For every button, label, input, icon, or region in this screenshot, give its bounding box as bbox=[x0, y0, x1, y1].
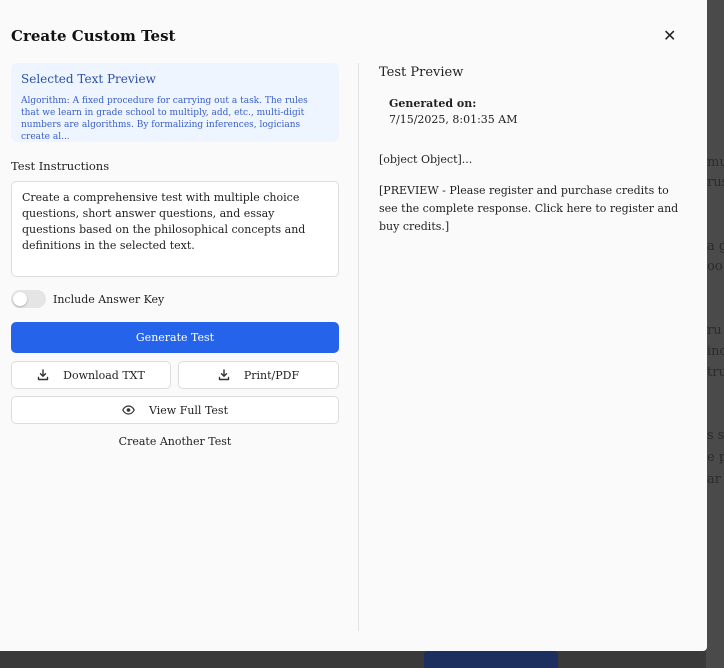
download-icon bbox=[37, 369, 49, 381]
test-preview-panel: Test Preview Generated on: 7/15/2025, 8:… bbox=[379, 63, 689, 236]
test-content: [object Object]... bbox=[379, 153, 473, 166]
background-text: oo bbox=[707, 259, 723, 274]
background-text: s s bbox=[707, 428, 724, 443]
view-full-label: View Full Test bbox=[149, 403, 228, 417]
answer-key-label: Include Answer Key bbox=[53, 292, 165, 306]
create-test-modal: Create Custom Test ✕ Selected Text Previ… bbox=[0, 0, 707, 651]
register-notice[interactable]: [PREVIEW - Please register and purchase … bbox=[379, 182, 689, 236]
print-label: Print/PDF bbox=[243, 368, 300, 382]
instructions-field[interactable]: Create a comprehensive test with multipl… bbox=[11, 181, 339, 277]
view-full-test-button[interactable]: View Full Test bbox=[11, 396, 339, 424]
download-label: Download TXT bbox=[63, 368, 145, 382]
background-button bbox=[424, 651, 558, 668]
preview-text: Algorithm: A fixed procedure for carryin… bbox=[21, 96, 308, 142]
background-text: e p bbox=[707, 450, 724, 465]
answer-key-row: Include Answer Key bbox=[11, 290, 164, 308]
modal-title: Create Custom Test bbox=[11, 27, 176, 45]
left-panel: Selected Text Preview Algorithm: A fixed… bbox=[11, 63, 339, 448]
test-preview-title: Test Preview bbox=[379, 65, 464, 80]
generated-label: Generated on: bbox=[389, 97, 477, 110]
background-text: ar bbox=[707, 472, 721, 487]
background-text: rus bbox=[707, 175, 724, 190]
background-text: inc bbox=[707, 344, 724, 359]
close-icon[interactable]: ✕ bbox=[663, 26, 676, 45]
background-text: ru bbox=[707, 323, 722, 338]
background-text: a g bbox=[707, 239, 724, 254]
instructions-label: Test Instructions bbox=[11, 159, 110, 173]
selected-text-preview: Selected Text Preview Algorithm: A fixed… bbox=[11, 63, 339, 142]
generate-test-button[interactable]: Generate Test bbox=[11, 322, 339, 353]
background-text: mu bbox=[707, 155, 724, 170]
create-another-test-button[interactable]: Create Another Test bbox=[11, 435, 339, 448]
preview-title: Selected Text Preview bbox=[21, 72, 156, 86]
toggle-knob bbox=[13, 292, 27, 306]
generated-info: Generated on: 7/15/2025, 8:01:35 AM bbox=[389, 96, 689, 128]
generated-timestamp: 7/15/2025, 8:01:35 AM bbox=[389, 113, 518, 126]
answer-key-toggle[interactable] bbox=[11, 290, 46, 308]
download-txt-button[interactable]: Download TXT bbox=[11, 361, 171, 389]
panel-divider bbox=[358, 63, 359, 631]
print-pdf-button[interactable]: Print/PDF bbox=[178, 361, 339, 389]
download-icon bbox=[218, 369, 230, 381]
background-text: tru bbox=[707, 365, 724, 380]
eye-icon bbox=[122, 405, 135, 415]
